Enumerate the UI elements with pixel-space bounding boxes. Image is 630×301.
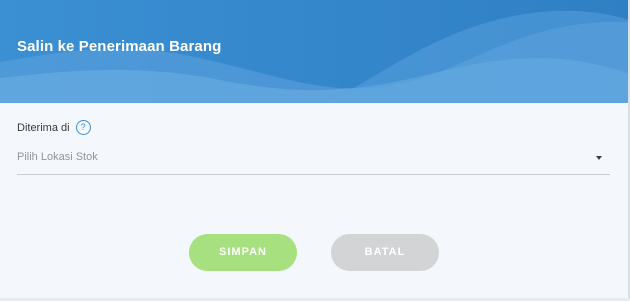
cancel-button[interactable]: BATAL (331, 234, 439, 271)
question-circle-icon[interactable]: ? (75, 120, 91, 135)
dialog-title: Salin ke Penerimaan Barang (17, 38, 222, 55)
caret-down-icon[interactable] (596, 156, 602, 160)
stock-location-placeholder: Pilih Lokasi Stok (17, 151, 98, 163)
received-at-label: Diterima di (17, 121, 70, 134)
stock-location-select[interactable]: Pilih Lokasi Stok (17, 145, 610, 175)
received-at-label-row: Diterima di ? (17, 120, 91, 135)
dialog-header: Salin ke Penerimaan Barang (0, 0, 630, 103)
copy-to-goods-receipt-dialog: Salin ke Penerimaan Barang Diterima di ?… (0, 0, 630, 301)
save-button[interactable]: SIMPAN (189, 234, 297, 271)
